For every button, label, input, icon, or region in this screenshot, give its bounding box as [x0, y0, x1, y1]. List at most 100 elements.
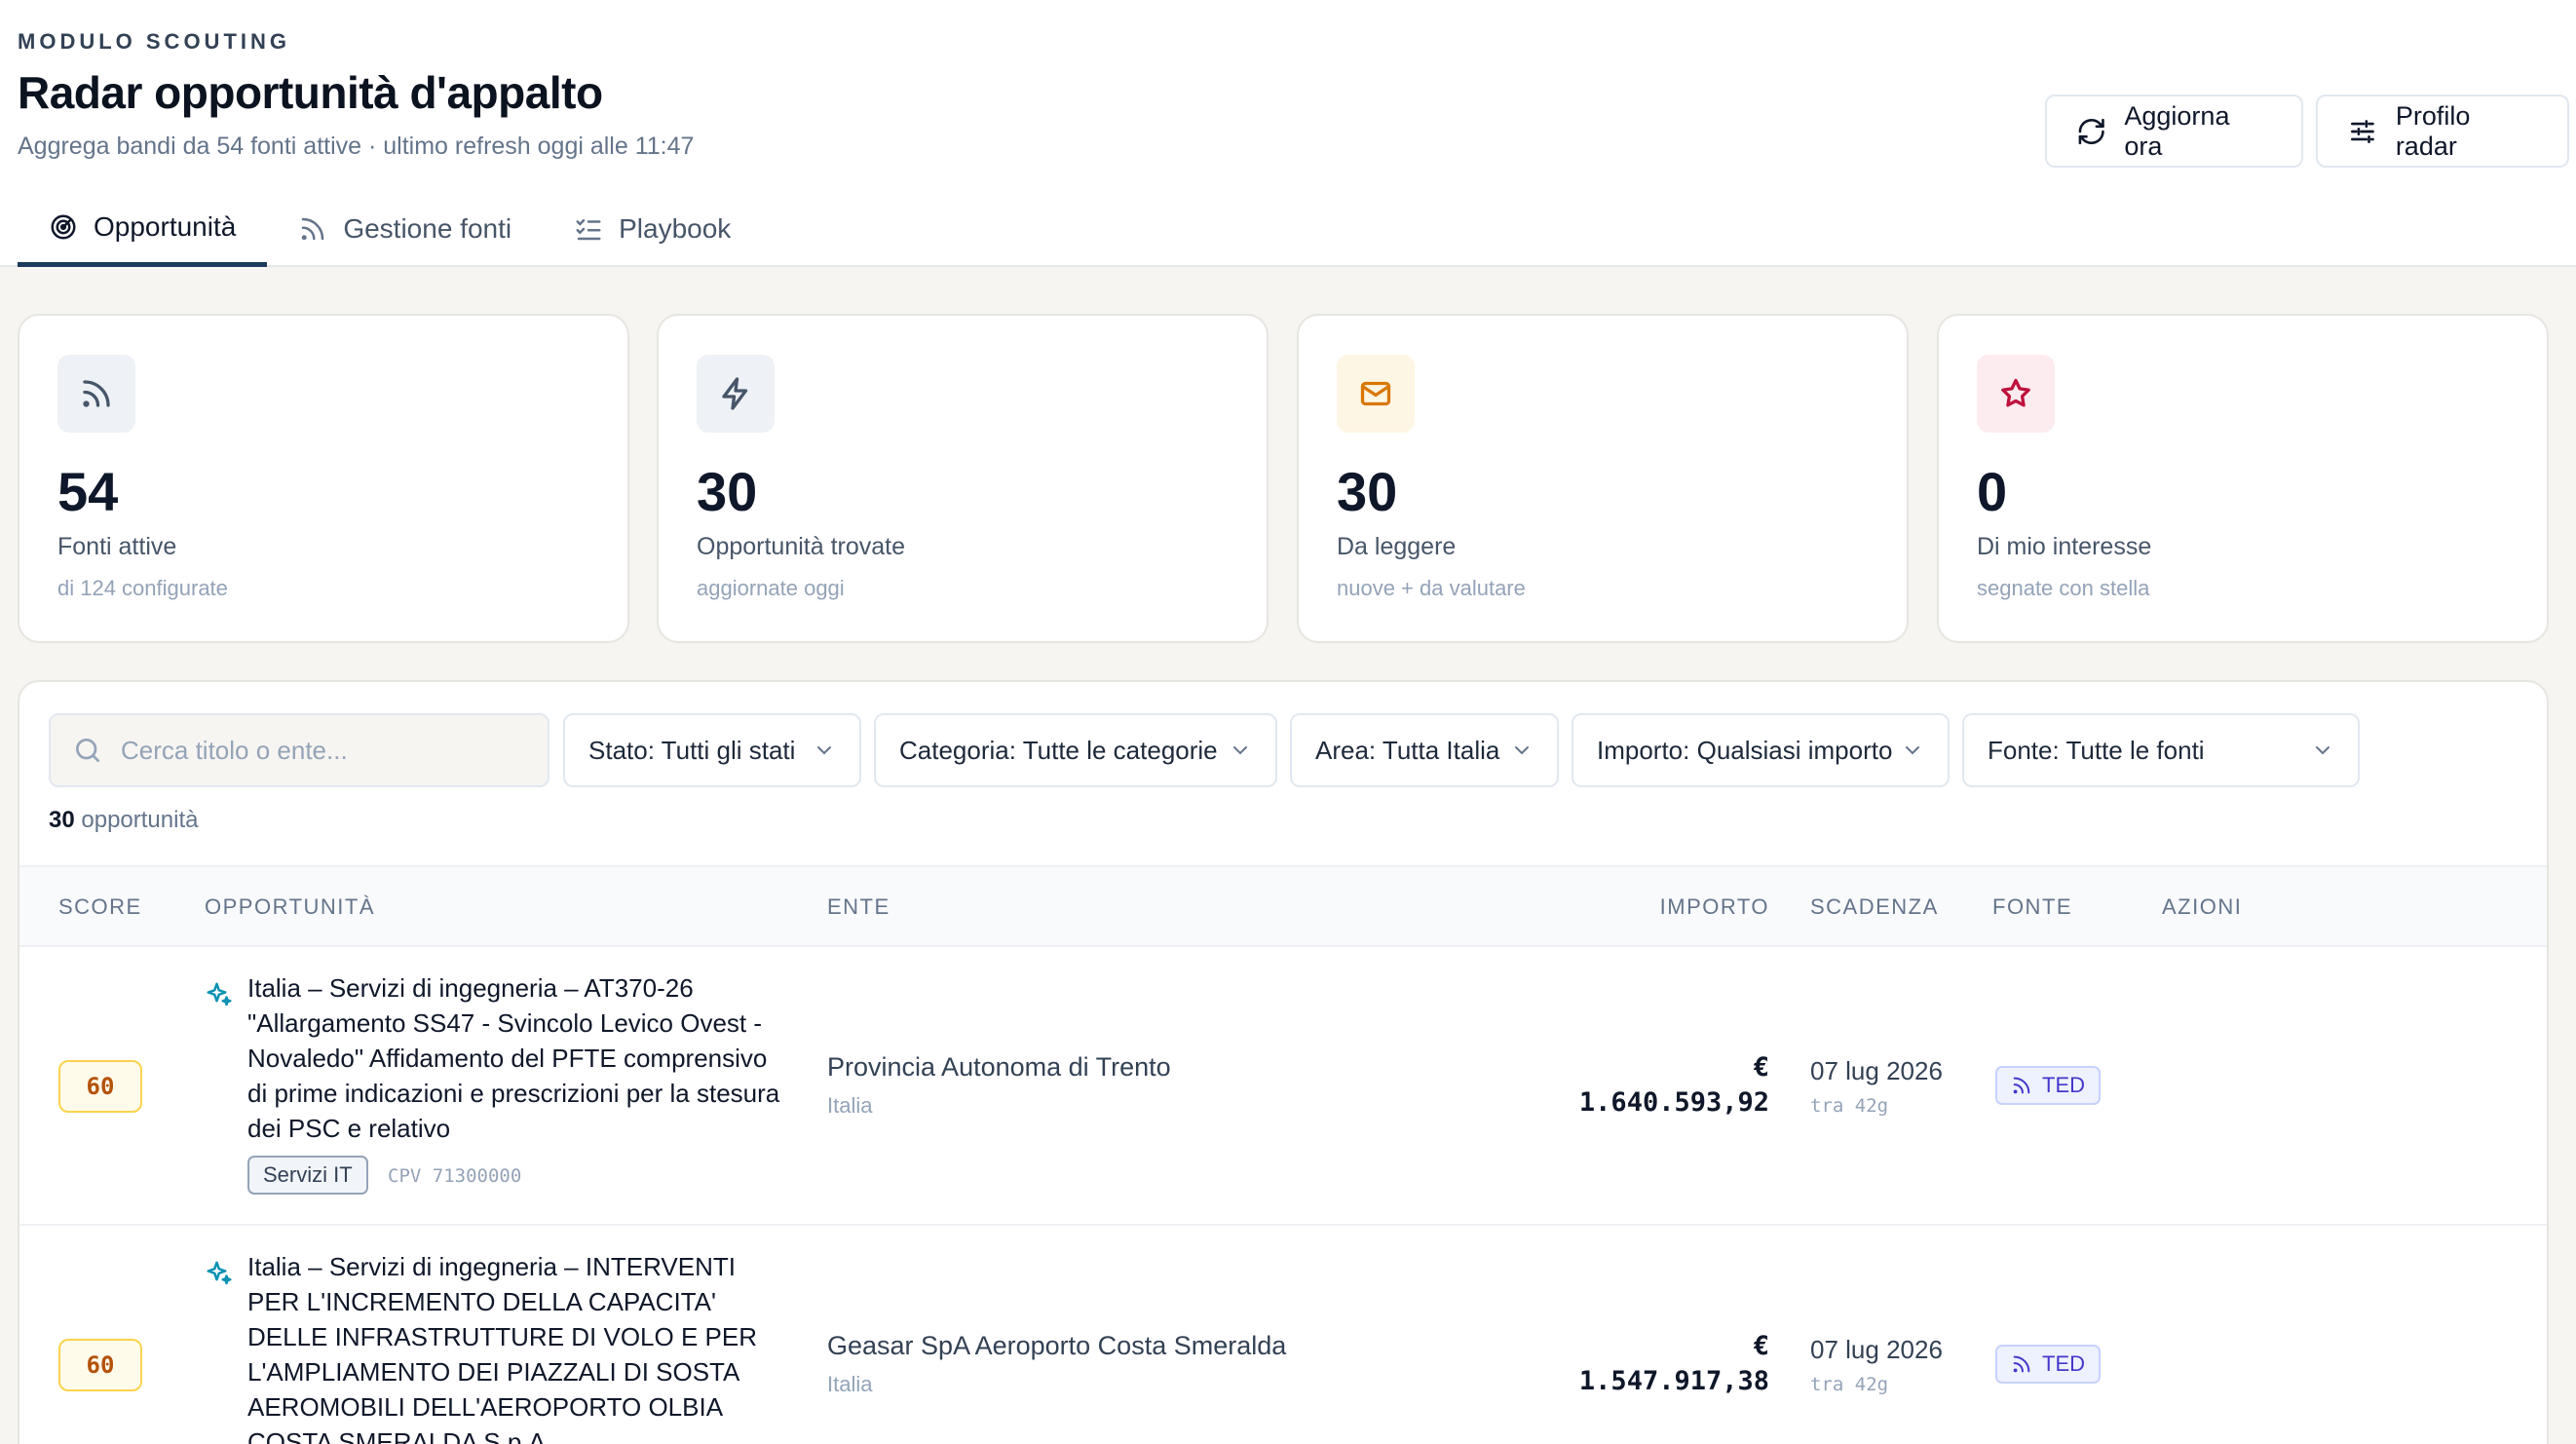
- stat-sub: di 124 configurate: [57, 576, 228, 600]
- fonte-label: TED: [2042, 1351, 2085, 1376]
- tab-label: Playbook: [619, 213, 732, 244]
- stat-icon-box: [1337, 355, 1415, 433]
- rss-icon: [2013, 1355, 2030, 1373]
- filter-label: Stato: Tutti gli stati: [588, 735, 796, 765]
- ente-area: Italia: [827, 1372, 873, 1396]
- tab-label: Opportunità: [94, 210, 237, 242]
- importo-amount: 1.547.917,38: [1578, 1366, 1769, 1396]
- filter-label: Categoria: Tutte le categorie: [899, 735, 1218, 765]
- star-icon: [2001, 378, 2030, 407]
- stat-icon-box: [697, 355, 775, 433]
- chevron-down-icon: [817, 746, 831, 755]
- bolt-icon: [722, 377, 748, 410]
- chevron-down-icon: [1515, 746, 1529, 755]
- chevron-down-icon: [2316, 746, 2330, 755]
- stat-icon-box: [57, 355, 135, 433]
- importo-value: € 1.547.917,38: [1579, 1329, 1769, 1399]
- table-header: SCORE OPPORTUNITÀ ENTE IMPORTO SCADENZA …: [19, 865, 2547, 947]
- page-title: Radar opportunità d'appalto: [18, 67, 603, 118]
- stat-value: 0: [1977, 461, 2008, 522]
- refresh-label: Aggiorna ora: [2124, 100, 2230, 161]
- sliders-icon: [2350, 119, 2374, 143]
- filter-label: Fonte: Tutte le fonti: [1988, 735, 2205, 765]
- scadenza-relative: tra 42g: [1810, 1095, 1889, 1117]
- column-header-importo[interactable]: IMPORTO: [1660, 894, 1769, 920]
- page-subtitle: Aggrega bandi da 54 fonti attive · ultim…: [18, 133, 695, 160]
- stat-card-mio-interesse: 0 Di mio interesse segnate con stella: [1937, 314, 2549, 643]
- rss-icon: [302, 217, 324, 241]
- stat-label: Da leggere: [1337, 533, 1457, 560]
- column-header-azioni: AZIONI: [2162, 894, 2243, 919]
- filter-importo[interactable]: Importo: Qualsiasi importo: [1572, 713, 1950, 787]
- ente-area: Italia: [827, 1093, 873, 1118]
- score-badge: 60: [58, 1339, 142, 1391]
- scadenza-date: 07 lug 2026: [1810, 1335, 1943, 1364]
- chevron-down-icon: [1906, 746, 1919, 755]
- search-input[interactable]: [121, 735, 526, 766]
- ente-name: Geasar SpA Aeroporto Costa Smeralda: [827, 1331, 1287, 1360]
- opportunity-title[interactable]: Italia – Servizi di ingegneria – AT370-2…: [247, 970, 793, 1146]
- importo-currency: €: [1753, 1331, 1769, 1361]
- stat-value: 30: [697, 461, 758, 522]
- cpv-code: CPV 71300000: [388, 1165, 522, 1187]
- filter-label: Area: Tutta Italia: [1315, 735, 1500, 765]
- category-tag: Servizi IT: [247, 1156, 368, 1195]
- tab-gestione-fonti[interactable]: Gestione fonti: [267, 191, 543, 267]
- chevron-down-icon: [1233, 746, 1247, 755]
- opportunities-panel: Stato: Tutti gli stati Categoria: Tutte …: [18, 680, 2549, 1444]
- table-row[interactable]: 60 Italia – Servizi di ingegneria – INTE…: [19, 1226, 2547, 1444]
- opportunity-title[interactable]: Italia – Servizi di ingegneria – INTERVE…: [247, 1249, 793, 1444]
- column-header-score[interactable]: SCORE: [58, 894, 142, 920]
- scadenza-relative: tra 42g: [1810, 1374, 1889, 1395]
- mail-icon: [1360, 381, 1391, 406]
- radar-profile-button[interactable]: Profilo radar: [2316, 95, 2569, 168]
- scadenza-date: 07 lug 2026: [1810, 1056, 1943, 1085]
- column-header-fonte[interactable]: FONTE: [1992, 894, 2072, 920]
- filter-label: Importo: Qualsiasi importo: [1597, 735, 1893, 765]
- score-badge: 60: [58, 1060, 142, 1113]
- results-count-label: opportunità: [81, 807, 199, 833]
- radar-profile-label: Profilo radar: [2395, 100, 2471, 161]
- results-count-number: 30: [49, 807, 75, 833]
- stat-card-opportunita-trovate: 30 Opportunità trovate aggiornate oggi: [657, 314, 1269, 643]
- stat-value: 30: [1337, 461, 1398, 522]
- column-header-opportunita[interactable]: OPPORTUNITÀ: [205, 894, 375, 920]
- module-eyebrow: MODULO SCOUTING: [18, 29, 290, 54]
- importo-value: € 1.640.593,92: [1579, 1050, 1769, 1121]
- ente-name: Provincia Autonoma di Trento: [827, 1052, 1171, 1082]
- stat-sub: nuove + da valutare: [1337, 576, 1526, 600]
- stat-card-fonti-attive: 54 Fonti attive di 124 configurate: [18, 314, 629, 643]
- stat-card-da-leggere: 30 Da leggere nuove + da valutare: [1297, 314, 1909, 643]
- refresh-button[interactable]: Aggiorna ora: [2045, 95, 2303, 168]
- search-icon: [76, 739, 99, 762]
- stat-label: Opportunità trovate: [697, 533, 906, 560]
- rss-icon: [2013, 1077, 2030, 1094]
- tab-bar: Opportunità Gestione fonti Playbook: [18, 191, 762, 267]
- stat-value: 54: [57, 461, 119, 522]
- stat-icon-box: [1977, 355, 2055, 433]
- fonte-label: TED: [2042, 1073, 2085, 1097]
- stat-sub: aggiornate oggi: [697, 576, 845, 600]
- fonte-badge: TED: [1995, 1345, 2101, 1384]
- sparkle-icon: [207, 982, 232, 1007]
- filter-area[interactable]: Area: Tutta Italia: [1290, 713, 1559, 787]
- radar-icon: [51, 214, 76, 239]
- stat-label: Fonti attive: [57, 533, 177, 560]
- stat-sub: segnate con stella: [1977, 576, 2150, 600]
- column-header-scadenza[interactable]: SCADENZA: [1810, 894, 1939, 920]
- results-count: 30 opportunità: [49, 807, 198, 834]
- tab-playbook[interactable]: Playbook: [543, 191, 762, 267]
- tab-label: Gestione fonti: [343, 213, 512, 244]
- search-box[interactable]: [49, 713, 549, 787]
- sparkle-icon: [207, 1261, 232, 1285]
- filter-fonte[interactable]: Fonte: Tutte le fonti: [1962, 713, 2360, 787]
- column-header-ente[interactable]: ENTE: [827, 894, 890, 920]
- filter-categoria[interactable]: Categoria: Tutte le categorie: [874, 713, 1277, 787]
- table-row[interactable]: 60 Italia – Servizi di ingegneria – AT37…: [19, 947, 2547, 1226]
- refresh-icon: [2078, 118, 2104, 144]
- tab-opportunita[interactable]: Opportunità: [18, 191, 268, 267]
- filter-stato[interactable]: Stato: Tutti gli stati: [563, 713, 861, 787]
- checklist-icon: [576, 219, 601, 241]
- fonte-badge: TED: [1995, 1066, 2101, 1105]
- importo-amount: 1.640.593,92: [1578, 1087, 1769, 1118]
